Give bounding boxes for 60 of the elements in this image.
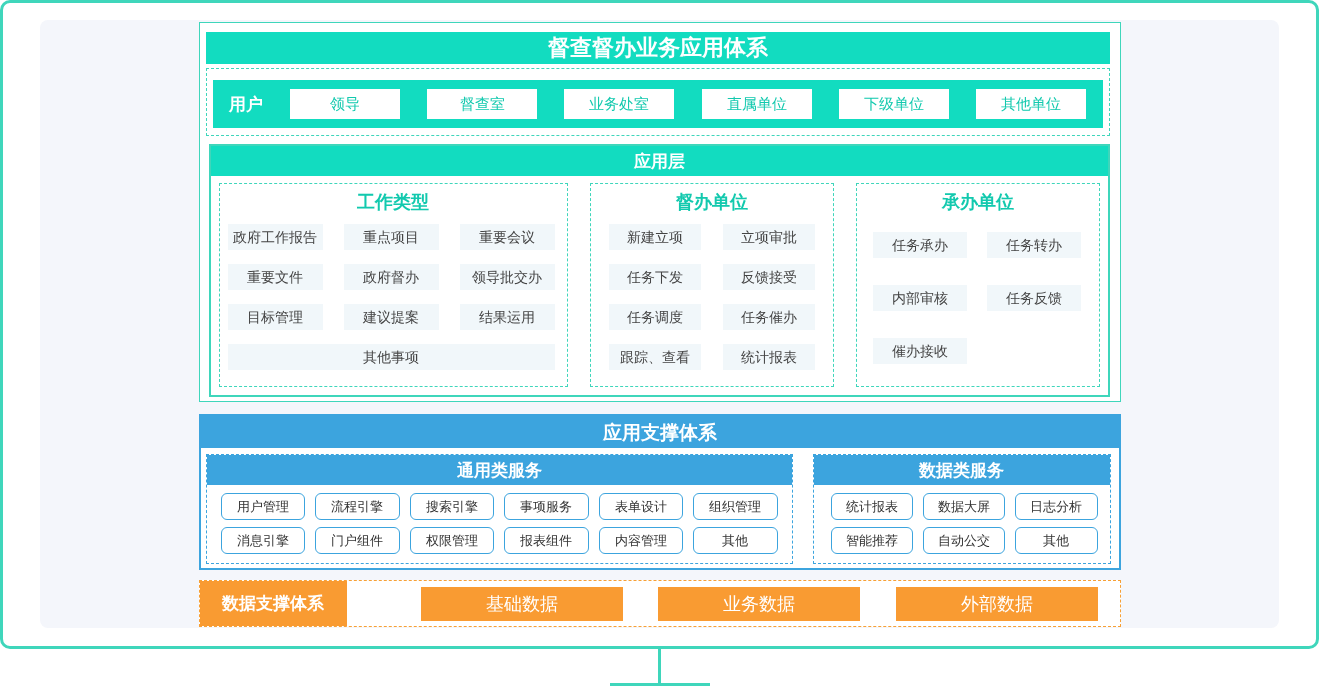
data-tile: 基础数据	[420, 586, 623, 621]
service-tile: 权限管理	[409, 527, 494, 554]
service-tile: 用户管理	[220, 493, 305, 520]
support-header: 应用支撑体系	[200, 416, 1119, 448]
group-title: 督办单位	[675, 190, 750, 214]
service-tile: 组织管理	[693, 493, 778, 520]
function-tile: 政府工作报告	[227, 224, 323, 250]
function-tile: 立项审批	[723, 224, 816, 250]
function-tile: 结果运用	[459, 304, 555, 330]
function-tile: 统计报表	[723, 344, 816, 370]
service-tile: 其他	[1015, 527, 1098, 554]
function-tile: 任务承办	[872, 232, 967, 258]
function-tile: 政府督办	[343, 264, 439, 290]
service-tile: 其他	[693, 527, 778, 554]
service-tile: 事项服务	[504, 493, 589, 520]
service-tile: 门户组件	[315, 527, 400, 554]
function-tile: 新建立项	[609, 224, 702, 250]
function-tile: 其他事项	[227, 344, 555, 370]
function-tile: 任务催办	[723, 304, 816, 330]
user-tile: 督查室	[427, 89, 538, 119]
service-tile: 自动公交	[922, 527, 1006, 554]
service-header: 数据类服务	[813, 455, 1110, 485]
layer-header: 应用层	[210, 146, 1108, 176]
function-tile: 催办接收	[872, 338, 967, 364]
service-tile: 搜索引擎	[409, 493, 494, 520]
user-tile: 领导	[289, 89, 400, 119]
user-tile: 下级单位	[839, 89, 950, 119]
service-header: 通用类服务	[206, 455, 792, 485]
service-tile: 消息引擎	[220, 527, 305, 554]
service-tile: 日志分析	[1015, 493, 1098, 520]
function-tile: 目标管理	[227, 304, 323, 330]
data-tile: 外部数据	[895, 586, 1098, 621]
user-tile: 直属单位	[701, 89, 812, 119]
function-tile: 内部审核	[872, 285, 967, 311]
function-tile: 重要文件	[227, 264, 323, 290]
user-label: 用户	[228, 92, 263, 116]
data-tile: 业务数据	[658, 586, 860, 621]
function-tile: 建议提案	[343, 304, 439, 330]
service-tile: 流程引擎	[315, 493, 400, 520]
service-tile: 统计报表	[830, 493, 913, 520]
data-support-label: 数据支撑体系	[199, 581, 347, 626]
function-tile: 任务转办	[986, 232, 1081, 258]
group-title: 承办单位	[940, 190, 1015, 214]
function-tile: 任务下发	[609, 264, 702, 290]
function-tile: 反馈接受	[723, 264, 816, 290]
function-tile: 领导批交办	[459, 264, 555, 290]
service-tile: 智能推荐	[830, 527, 913, 554]
group-title: 工作类型	[356, 190, 431, 214]
function-tile: 任务调度	[609, 304, 702, 330]
service-tile: 表单设计	[598, 493, 683, 520]
function-tile: 重点项目	[343, 224, 439, 250]
function-tile: 重要会议	[459, 224, 555, 250]
function-tile: 跟踪、查看	[609, 344, 702, 370]
service-tile: 数据大屏	[922, 493, 1006, 520]
function-tile: 任务反馈	[986, 285, 1081, 311]
service-tile: 内容管理	[598, 527, 683, 554]
service-tile: 报表组件	[504, 527, 589, 554]
user-tile: 业务处室	[564, 89, 675, 119]
user-tile: 其他单位	[976, 89, 1087, 119]
diagram-title: 督查督办业务应用体系	[205, 32, 1110, 64]
